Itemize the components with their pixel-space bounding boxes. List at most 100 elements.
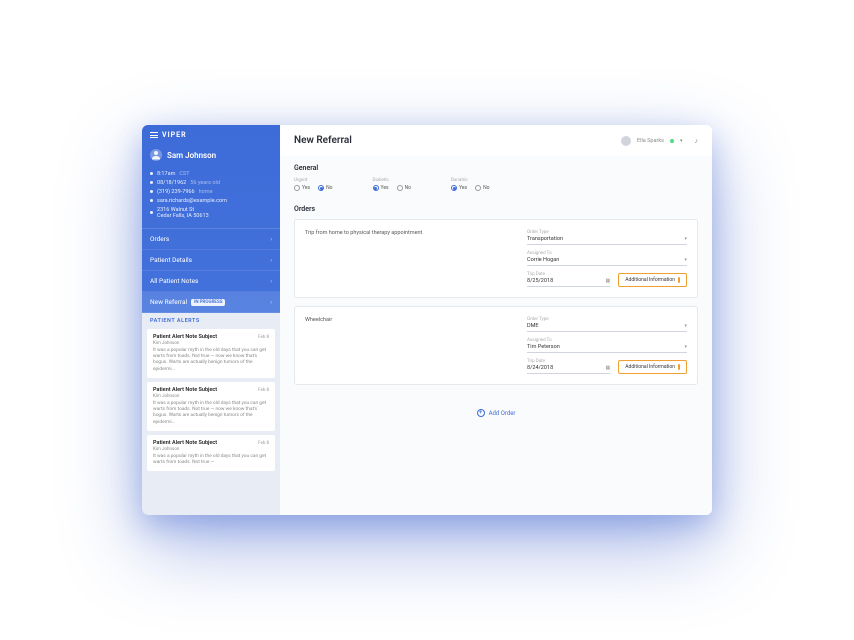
order-type-field[interactable]: Order TypeTransportation▾ <box>527 230 687 245</box>
info-time: 8:17amCST <box>150 169 272 178</box>
radio-icon <box>318 185 324 191</box>
menu-icon[interactable] <box>150 132 158 138</box>
nav-patient-details[interactable]: Patient Details› <box>142 250 280 271</box>
calendar-icon: ▦ <box>606 365 611 371</box>
status-badge: IN PROGRESS <box>191 299 225 306</box>
alert-card[interactable]: Patient Alert Note Subject Feb 8Kim Johns… <box>147 382 275 431</box>
calendar-icon: ▦ <box>606 278 611 284</box>
alert-body: It was a popular myth in the old days th… <box>153 348 269 373</box>
star-icon <box>150 181 153 184</box>
general-section: Urgent Yes No Diabetic Yes No Bariatric Yes No <box>294 178 698 191</box>
radio-label: Urgent <box>294 178 333 183</box>
info-dob: 08/18/196256 years old <box>150 178 272 187</box>
orders-title: Orders <box>294 205 698 213</box>
trip-date-field[interactable]: Trip Date8/24/2018▦ <box>527 359 610 374</box>
nav-new-referral[interactable]: New ReferralIN PROGRESS› <box>142 292 280 313</box>
topbar: New Referral Ella Sparks ▾ ♪ <box>280 125 712 156</box>
radio-group: Bariatric Yes No <box>451 178 490 191</box>
user-name: Ella Sparks <box>637 138 664 144</box>
order-type-field[interactable]: Order TypeDME▾ <box>527 317 687 332</box>
page-title: New Referral <box>294 135 352 146</box>
assigned-to-field[interactable]: Assigned ToTim Peterson▾ <box>527 338 687 353</box>
info-email: sara.richards@example.com <box>150 196 272 205</box>
patient-header: Sam Johnson <box>142 145 280 169</box>
chevron-down-icon: ▾ <box>684 323 687 329</box>
radio-icon <box>451 185 457 191</box>
order-description: Trip from home to physical therapy appoi… <box>305 230 507 236</box>
order-card: Trip from home to physical therapy appoi… <box>294 219 698 298</box>
alert-card[interactable]: Patient Alert Note Subject Feb 8Kim Johns… <box>147 329 275 378</box>
add-order-button[interactable]: + Add Order <box>477 409 516 417</box>
info-addr: 2316 Walnut StCedar Falls, IA 50613 <box>150 205 272 220</box>
radio-group: Diabetic Yes No <box>373 178 412 191</box>
radio-option[interactable]: Yes <box>294 185 310 191</box>
trip-date-field[interactable]: Trip Date8/25/2018▦ <box>527 272 610 287</box>
radio-icon <box>397 185 403 191</box>
alert-body: It was a popular myth in the old days th… <box>153 401 269 426</box>
alert-icon <box>678 364 680 370</box>
chevron-right-icon: › <box>270 278 272 285</box>
additional-info-button[interactable]: Additional Information <box>618 360 687 374</box>
alert-card[interactable]: Patient Alert Note Subject Feb 8Kim Johns… <box>147 435 275 471</box>
radio-icon <box>475 185 481 191</box>
alert-author: Kim Johnson <box>153 394 269 399</box>
alert-body: It was a popular myth in the old days th… <box>153 454 269 466</box>
chevron-down-icon: ▾ <box>684 236 687 242</box>
brand-name: VIPER <box>162 131 187 139</box>
app-window: VIPER Sam Johnson 8:17amCST 08/18/196256… <box>142 125 712 515</box>
patient-name: Sam Johnson <box>167 151 216 160</box>
plus-circle-icon: + <box>477 409 485 417</box>
alert-subject: Patient Alert Note Subject <box>153 440 217 446</box>
pin-icon <box>150 211 153 214</box>
radio-group: Urgent Yes No <box>294 178 333 191</box>
alert-date: Feb 8 <box>258 335 269 340</box>
radio-option[interactable]: Yes <box>451 185 467 191</box>
chevron-right-icon: › <box>270 236 272 243</box>
avatar <box>621 136 631 146</box>
alert-subject: Patient Alert Note Subject <box>153 387 217 393</box>
add-order-row: + Add Order <box>294 393 698 424</box>
sidebar: VIPER Sam Johnson 8:17amCST 08/18/196256… <box>142 125 280 515</box>
radio-option[interactable]: No <box>475 185 489 191</box>
content: General UrgentYesNoDiabeticYesNoBariatri… <box>280 156 712 515</box>
info-phone: (319) 239-7966home <box>150 187 272 196</box>
radio-label: Bariatric <box>451 178 490 183</box>
radio-icon <box>294 185 300 191</box>
main-panel: New Referral Ella Sparks ▾ ♪ General Urg… <box>280 125 712 515</box>
alert-icon <box>678 277 680 283</box>
patient-info: 8:17amCST 08/18/196256 years old (319) 2… <box>142 169 280 228</box>
chevron-down-icon: ▾ <box>680 138 683 144</box>
status-dot-icon <box>670 139 674 143</box>
alert-author: Kim Johnson <box>153 341 269 346</box>
alert-author: Kim Johnson <box>153 447 269 452</box>
radio-icon <box>373 185 379 191</box>
order-card: Wheelchair Order TypeDME▾ Assigned ToTim P… <box>294 306 698 385</box>
alert-date: Feb 8 <box>258 388 269 393</box>
radio-label: Diabetic <box>373 178 412 183</box>
bell-icon[interactable]: ♪ <box>695 137 699 145</box>
additional-info-button[interactable]: Additional Information <box>618 273 687 287</box>
order-description: Wheelchair <box>305 317 507 323</box>
mail-icon <box>150 199 153 202</box>
nav-orders[interactable]: Orders› <box>142 229 280 250</box>
user-menu[interactable]: Ella Sparks ▾ ♪ <box>621 136 698 146</box>
chevron-right-icon: › <box>270 257 272 264</box>
radio-option[interactable]: No <box>318 185 332 191</box>
alert-date: Feb 8 <box>258 441 269 446</box>
phone-icon <box>150 190 153 193</box>
chevron-right-icon: › <box>270 299 272 306</box>
assigned-to-field[interactable]: Assigned ToCorrie Hogan▾ <box>527 251 687 266</box>
sidebar-nav: Orders› Patient Details› All Patient Not… <box>142 228 280 313</box>
person-icon <box>150 149 162 161</box>
brand-bar: VIPER <box>142 125 280 145</box>
patient-alerts-section: PATIENT ALERTS Patient Alert Note Subjec… <box>142 313 280 515</box>
alert-subject: Patient Alert Note Subject <box>153 334 217 340</box>
radio-option[interactable]: Yes <box>373 185 389 191</box>
chevron-down-icon: ▾ <box>684 257 687 263</box>
general-title: General <box>294 164 698 172</box>
alerts-header: PATIENT ALERTS <box>142 313 280 329</box>
chevron-down-icon: ▾ <box>684 344 687 350</box>
radio-option[interactable]: No <box>397 185 411 191</box>
clock-icon <box>150 172 153 175</box>
nav-patient-notes[interactable]: All Patient Notes› <box>142 271 280 292</box>
